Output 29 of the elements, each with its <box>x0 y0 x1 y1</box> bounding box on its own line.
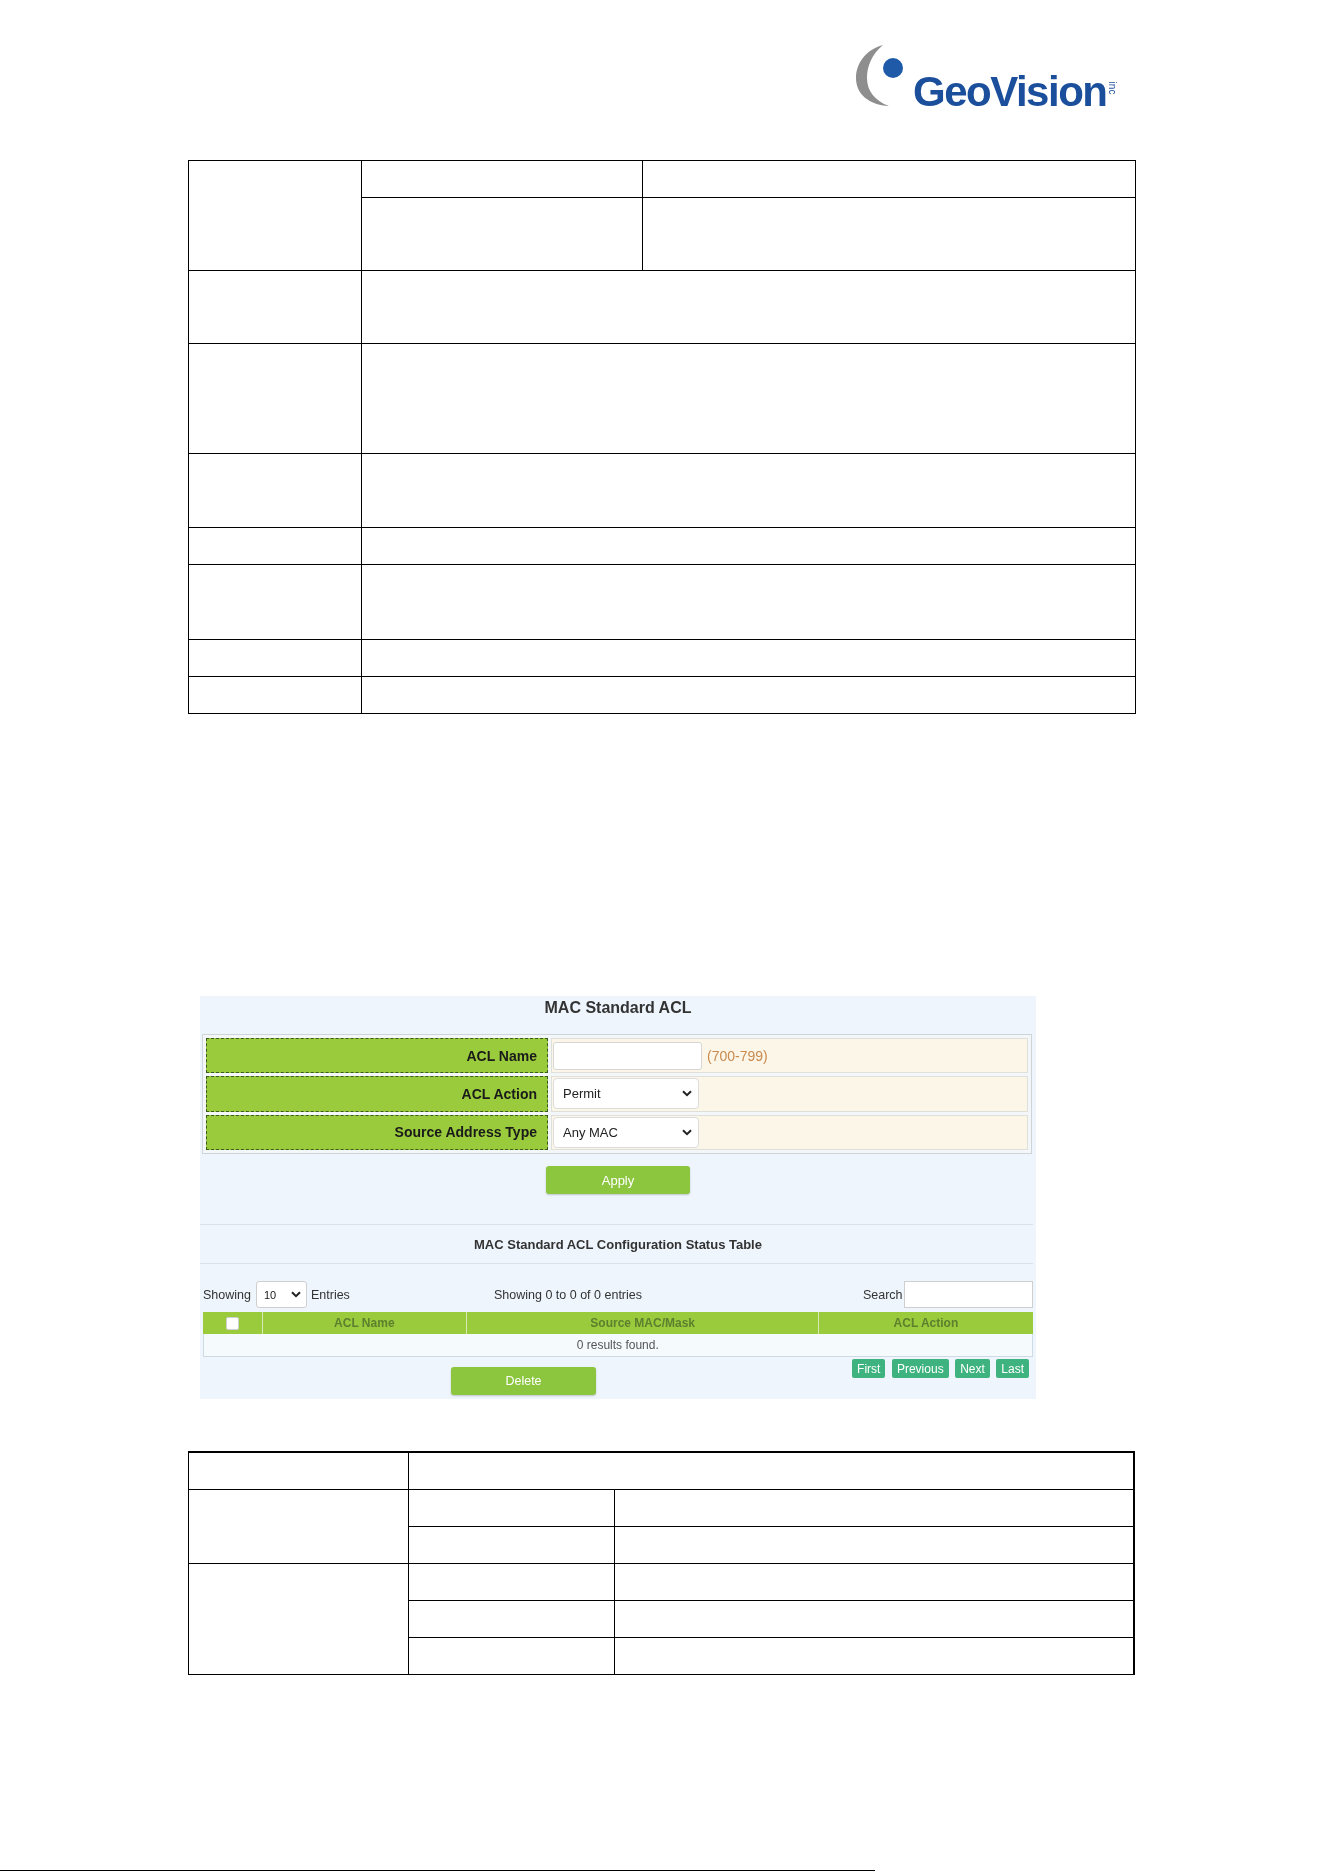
pagination-button[interactable]: Next <box>955 1359 990 1378</box>
field-label: ACL Action <box>206 1076 548 1112</box>
pagination-button[interactable]: First <box>852 1359 886 1378</box>
select-all-checkbox[interactable] <box>225 1316 239 1330</box>
text-input-field[interactable] <box>553 1041 702 1070</box>
logo-suffix: inc <box>1107 81 1118 95</box>
section-title: MAC Standard ACL Configuration Status Table <box>474 1236 762 1252</box>
pagination-button[interactable]: Previous <box>891 1359 949 1378</box>
field-label: Source Address Type <box>206 1114 548 1150</box>
entries-summary: Showing 0 to 0 of 0 entries <box>494 1287 643 1302</box>
chevron-down-icon <box>682 1090 692 1098</box>
panel-title: MAC Standard ACL <box>544 998 692 1018</box>
page-size-dropdown[interactable]: 10 <box>255 1281 307 1308</box>
delete-button[interactable]: Delete <box>451 1367 596 1395</box>
empty-table-message: 0 results found. <box>203 1334 1033 1357</box>
logo-wordmark: GeoVision <box>913 71 1107 113</box>
logo-icon <box>855 44 905 106</box>
range-hint: (700-799) <box>707 1047 768 1064</box>
chevron-down-icon <box>290 1291 301 1298</box>
pagination-button[interactable]: Last <box>996 1359 1029 1378</box>
field-label: ACL Name <box>206 1038 548 1074</box>
length-label: Showing <box>203 1287 251 1302</box>
search-label: Search <box>862 1287 903 1302</box>
search-field[interactable] <box>903 1281 1033 1308</box>
chevron-down-icon <box>682 1128 692 1136</box>
dropdown-field[interactable]: Any MAC <box>553 1116 699 1148</box>
apply-button[interactable]: Apply <box>546 1166 690 1194</box>
dropdown-field[interactable]: Permit <box>553 1078 699 1110</box>
length-suffix: Entries <box>310 1287 350 1302</box>
